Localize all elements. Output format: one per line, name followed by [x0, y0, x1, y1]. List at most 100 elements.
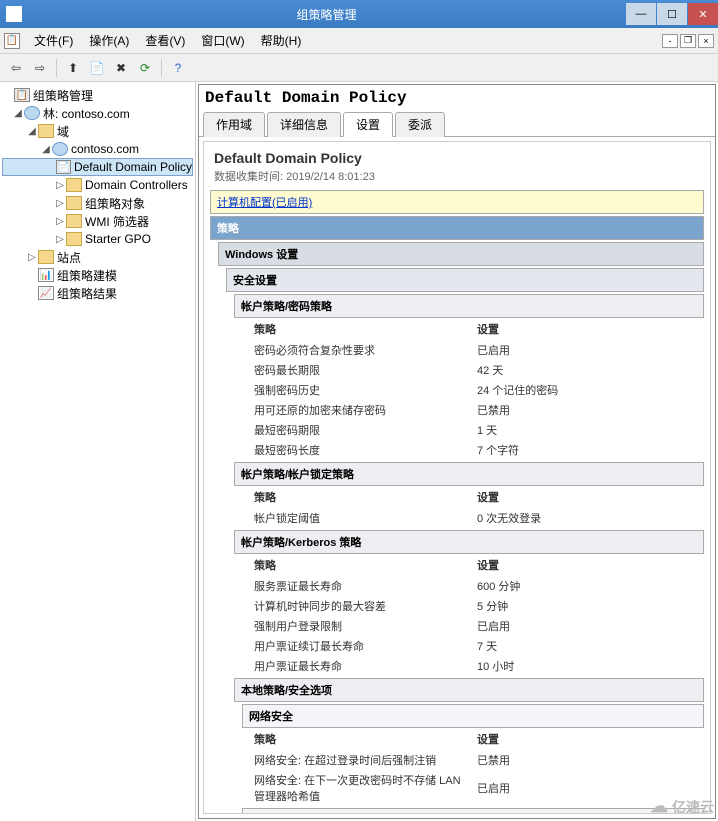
results-icon: 📈: [38, 286, 54, 300]
table-cell: 7 个字符: [473, 440, 696, 460]
col-setting: 设置: [473, 554, 696, 576]
section-security-settings[interactable]: 安全设置: [226, 268, 704, 292]
tree-forest[interactable]: ◢林: contoso.com: [2, 104, 193, 122]
report-policy-name: Default Domain Policy: [210, 148, 704, 168]
app-icon: [6, 6, 22, 22]
show-hide-button[interactable]: 📄: [87, 58, 107, 78]
maximize-button[interactable]: ☐: [657, 3, 687, 25]
menubar: 📋 文件(F) 操作(A) 查看(V) 窗口(W) 帮助(H) - ❐ ×: [0, 28, 718, 54]
titlebar: 组策略管理 — ☐ ✕: [0, 0, 718, 28]
table-cell: 已禁用: [473, 750, 696, 770]
section-policies[interactable]: 策略: [210, 216, 704, 240]
tree-dc[interactable]: ▷Domain Controllers: [2, 176, 193, 194]
table-cell: 用可还原的加密来储存密码: [250, 400, 473, 420]
tab-scope[interactable]: 作用域: [203, 112, 265, 137]
table-cell: 42 天: [473, 360, 696, 380]
refresh-button[interactable]: ⟳: [135, 58, 155, 78]
toolbar: ⇦ ⇨ ⬆ 📄 ✖ ⟳ ?: [0, 54, 718, 82]
table-row: 计算机时钟同步的最大容差5 分钟: [250, 596, 696, 616]
mdi-close-button[interactable]: ×: [698, 34, 714, 48]
table-row: 帐户锁定阈值0 次无效登录: [250, 508, 696, 528]
table-cell: 强制用户登录限制: [250, 616, 473, 636]
table-cell: 网络安全: 在超过登录时间后强制注销: [250, 750, 473, 770]
mdi-restore-button[interactable]: ❐: [680, 34, 696, 48]
tab-strip: 作用域 详细信息 设置 委派: [199, 111, 715, 137]
table-row: 用户票证最长寿命10 小时: [250, 656, 696, 676]
table-row: 最短密码长度7 个字符: [250, 440, 696, 460]
section-lockout-policy[interactable]: 帐户策略/帐户锁定策略: [234, 462, 704, 486]
tree-starter[interactable]: ▷Starter GPO: [2, 230, 193, 248]
tree-domain[interactable]: ◢contoso.com: [2, 140, 193, 158]
section-kerberos-policy[interactable]: 帐户策略/Kerberos 策略: [234, 530, 704, 554]
mdi-minimize-button[interactable]: -: [662, 34, 678, 48]
col-policy: 策略: [250, 318, 473, 340]
table-row: 最短密码期限1 天: [250, 420, 696, 440]
tab-details[interactable]: 详细信息: [267, 112, 341, 137]
menu-view[interactable]: 查看(V): [137, 32, 193, 49]
table-cell: 计算机时钟同步的最大容差: [250, 596, 473, 616]
settings-report[interactable]: Default Domain Policy 数据收集时间: 2019/2/14 …: [203, 141, 711, 814]
col-setting: 设置: [473, 728, 696, 750]
main-area: 📋组策略管理 ◢林: contoso.com ◢域 ◢contoso.com 📄…: [0, 82, 718, 821]
delete-button[interactable]: ✖: [111, 58, 131, 78]
table-row: 服务票证最长寿命600 分钟: [250, 576, 696, 596]
section-network-access[interactable]: 网络访问: [242, 808, 704, 814]
section-computer-config[interactable]: 计算机配置(已启用): [210, 190, 704, 214]
menu-file[interactable]: 文件(F): [26, 32, 81, 49]
table-cell: 24 个记住的密码: [473, 380, 696, 400]
menu-help[interactable]: 帮助(H): [253, 32, 310, 49]
table-row: 网络安全: 在超过登录时间后强制注销已禁用: [250, 750, 696, 770]
forward-button[interactable]: ⇨: [30, 58, 50, 78]
col-setting: 设置: [473, 486, 696, 508]
report-timestamp: 数据收集时间: 2019/2/14 8:01:23: [210, 168, 704, 188]
table-cell: 已启用: [473, 616, 696, 636]
domain-icon: [52, 142, 68, 156]
table-cell: 帐户锁定阈值: [250, 508, 473, 528]
table-cell: 用户票证最长寿命: [250, 656, 473, 676]
table-row: 网络安全: 在下一次更改密码时不存储 LAN 管理器哈希值已启用: [250, 770, 696, 806]
table-row: 强制用户登录限制已启用: [250, 616, 696, 636]
tree-ddp[interactable]: 📄Default Domain Policy: [2, 158, 193, 176]
table-cell: 5 分钟: [473, 596, 696, 616]
col-policy: 策略: [250, 554, 473, 576]
up-button[interactable]: ⬆: [63, 58, 83, 78]
table-cell: 已禁用: [473, 400, 696, 420]
mdi-controls: - ❐ ×: [662, 34, 714, 48]
table-cell: 密码必须符合复杂性要求: [250, 340, 473, 360]
network-security-table: 策略设置 网络安全: 在超过登录时间后强制注销已禁用网络安全: 在下一次更改密码…: [250, 728, 696, 806]
section-password-policy[interactable]: 帐户策略/密码策略: [234, 294, 704, 318]
tree-results[interactable]: 📈组策略结果: [2, 284, 193, 302]
menu-action[interactable]: 操作(A): [81, 32, 137, 49]
tree-gpo-objects[interactable]: ▷组策略对象: [2, 194, 193, 212]
table-row: 强制密码历史24 个记住的密码: [250, 380, 696, 400]
table-cell: 网络安全: 在下一次更改密码时不存储 LAN 管理器哈希值: [250, 770, 473, 806]
watermark: ☁亿速云: [650, 796, 714, 817]
lockout-policy-table: 策略设置 帐户锁定阈值0 次无效登录: [250, 486, 696, 528]
tree-sites[interactable]: ▷站点: [2, 248, 193, 266]
close-button[interactable]: ✕: [688, 3, 718, 25]
tree-root[interactable]: 📋组策略管理: [2, 86, 193, 104]
section-local-security[interactable]: 本地策略/安全选项: [234, 678, 704, 702]
back-button[interactable]: ⇦: [6, 58, 26, 78]
content-pane: Default Domain Policy 作用域 详细信息 设置 委派 Def…: [198, 84, 716, 819]
forest-icon: [24, 106, 40, 120]
minimize-button[interactable]: —: [626, 3, 656, 25]
tree-wmi[interactable]: ▷WMI 筛选器: [2, 212, 193, 230]
tab-delegation[interactable]: 委派: [395, 112, 445, 137]
section-windows-settings[interactable]: Windows 设置: [218, 242, 704, 266]
col-policy: 策略: [250, 728, 473, 750]
separator: [56, 59, 57, 77]
section-network-security[interactable]: 网络安全: [242, 704, 704, 728]
tree-modeling[interactable]: 📊组策略建模: [2, 266, 193, 284]
table-cell: 用户票证续订最长寿命: [250, 636, 473, 656]
ou-icon: [66, 178, 82, 192]
tab-settings[interactable]: 设置: [343, 112, 393, 137]
table-cell: 600 分钟: [473, 576, 696, 596]
menu-window[interactable]: 窗口(W): [193, 32, 252, 49]
table-row: 用可还原的加密来储存密码已禁用: [250, 400, 696, 420]
col-policy: 策略: [250, 486, 473, 508]
table-row: 用户票证续订最长寿命7 天: [250, 636, 696, 656]
window-controls: — ☐ ✕: [625, 3, 718, 25]
tree-domains[interactable]: ◢域: [2, 122, 193, 140]
help-button[interactable]: ?: [168, 58, 188, 78]
